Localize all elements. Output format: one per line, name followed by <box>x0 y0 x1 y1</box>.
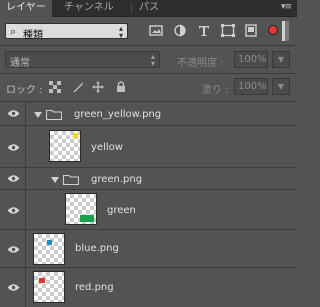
blend-row: 通常 ▴ ▾ 不透明度 : 100% ▼ <box>0 46 297 72</box>
layer-row[interactable]: yellow <box>0 126 297 168</box>
thumbnail-swatch <box>73 133 78 138</box>
filter-kind-select[interactable]: ⌕ 種類 ▴ ▾ <box>5 23 128 41</box>
adjustment-filter-icon[interactable] <box>173 24 187 37</box>
layer-name: green.png <box>91 174 143 185</box>
fill-dropdown-button[interactable]: ▼ <box>272 78 290 95</box>
visibility-toggle[interactable] <box>0 168 26 189</box>
thumbnail-swatch <box>47 240 52 245</box>
tab-layers[interactable]: レイヤー <box>0 0 52 18</box>
opacity-field[interactable]: 100% <box>234 51 268 68</box>
layer-row[interactable]: green <box>0 190 297 230</box>
blend-mode-select[interactable]: 通常 ▴ ▾ <box>5 51 160 69</box>
image-filter-icon[interactable] <box>149 24 163 37</box>
panel-menu-icon[interactable]: ▾≡ <box>281 2 292 12</box>
layer-thumbnail <box>33 271 65 303</box>
chevron-down-icon: ▼ <box>277 55 285 64</box>
thumbnail-swatch <box>80 215 94 222</box>
layer-thumbnail <box>33 233 65 265</box>
tab-paths[interactable]: パス <box>133 0 165 17</box>
layer-name: red.png <box>75 282 114 293</box>
expand-arrow-icon[interactable] <box>34 112 42 118</box>
layer-row[interactable]: red.png <box>0 268 297 307</box>
layers-list: green_yellow.png yellow green.png green <box>0 102 297 307</box>
filter-toggle-icon[interactable] <box>268 25 278 35</box>
smart-object-filter-icon[interactable] <box>244 24 258 37</box>
filter-kind-label: 種類 <box>23 30 43 41</box>
layer-name: green <box>107 205 136 216</box>
visibility-toggle[interactable] <box>0 126 26 167</box>
visibility-toggle[interactable] <box>0 230 26 267</box>
shape-filter-icon[interactable] <box>221 24 235 37</box>
layer-name: yellow <box>91 142 123 153</box>
tab-channels[interactable]: チャンネル <box>58 0 120 17</box>
eye-icon <box>7 284 20 291</box>
thumbnail-swatch <box>39 278 45 283</box>
folder-icon <box>63 174 79 185</box>
opacity-label: 不透明度 : <box>177 58 224 69</box>
filter-toggle-track-shade <box>285 21 289 41</box>
blend-mode-value: 通常 <box>10 58 30 69</box>
expand-arrow-icon[interactable] <box>51 177 59 183</box>
opacity-dropdown-button[interactable]: ▼ <box>272 51 290 68</box>
fill-label: 塗り : <box>202 85 229 96</box>
layer-row[interactable]: green_yellow.png <box>0 102 297 126</box>
layer-row[interactable]: green.png <box>0 168 297 190</box>
layer-name: blue.png <box>75 243 119 254</box>
layer-thumbnail <box>49 130 81 162</box>
eye-icon <box>7 175 20 182</box>
folder-icon <box>46 109 62 120</box>
panel-tab-bar: レイヤー チャンネル パス ▾≡ <box>0 0 297 18</box>
eye-icon <box>7 144 20 151</box>
layer-thumbnail <box>65 193 97 225</box>
visibility-toggle[interactable] <box>0 268 26 307</box>
search-icon: ⌕ <box>10 25 17 38</box>
eye-icon <box>7 207 20 214</box>
layer-row[interactable]: blue.png <box>0 230 297 268</box>
fill-field[interactable]: 100% <box>234 78 268 95</box>
type-filter-icon[interactable] <box>197 24 211 37</box>
chevron-updown-icon: ▴ ▾ <box>150 52 155 68</box>
lock-position-icon[interactable] <box>92 81 104 93</box>
layer-name: green_yellow.png <box>74 109 162 120</box>
lock-transparent-icon[interactable] <box>49 81 61 93</box>
visibility-toggle[interactable] <box>0 102 26 125</box>
lock-label: ロック : <box>6 85 43 96</box>
layer-filter-row: ⌕ 種類 ▴ ▾ <box>0 18 297 44</box>
lock-image-icon[interactable] <box>72 81 84 93</box>
chevron-down-icon: ▼ <box>277 82 285 91</box>
lock-all-icon[interactable] <box>115 81 127 93</box>
tab-divider <box>131 3 132 14</box>
lock-row: ロック : 塗り : 100% ▼ <box>0 74 297 100</box>
chevron-updown-icon: ▴ ▾ <box>118 24 123 40</box>
visibility-toggle[interactable] <box>0 190 26 229</box>
eye-icon <box>7 246 20 253</box>
eye-icon <box>7 110 20 117</box>
